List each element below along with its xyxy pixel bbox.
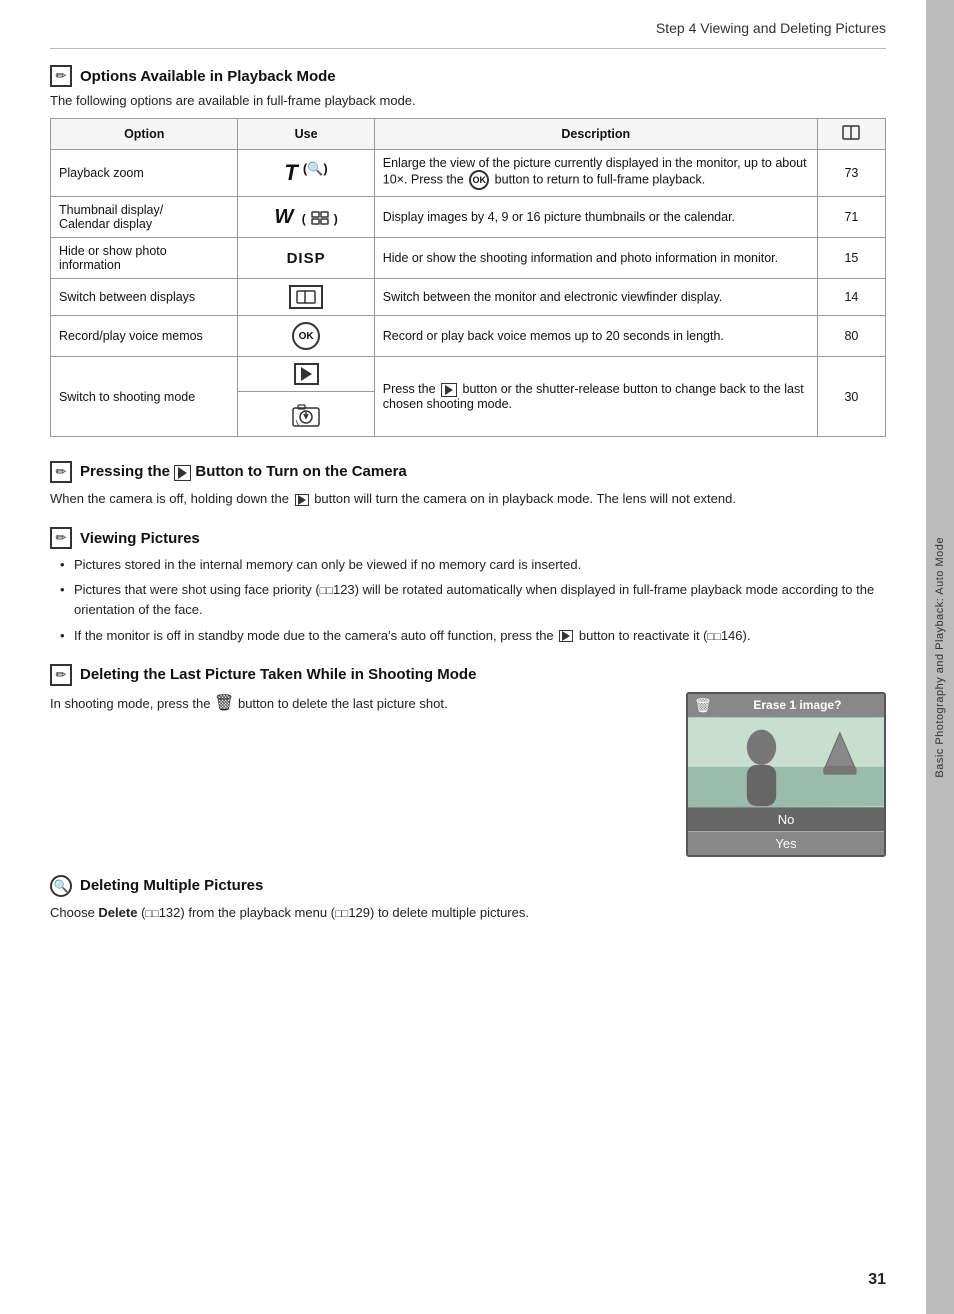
screen-yes-button[interactable]: Yes (688, 831, 884, 855)
section-pressing-heading: Pressing the Button to Turn on the Camer… (80, 463, 407, 480)
section-multiple-body: Choose Delete (□□132) from the playback … (50, 903, 886, 923)
monitor-icon (296, 290, 316, 304)
sidebar: Basic Photography and Playback: Auto Mod… (926, 0, 954, 1314)
th-ref (817, 119, 885, 150)
th-description: Description (374, 119, 817, 150)
section-pressing-title: ✏ Pressing the Button to Turn on the Cam… (50, 461, 886, 483)
play-triangle-icon (301, 367, 312, 381)
ref-thumbnail: 71 (817, 197, 885, 238)
camera-screen: 🗑 Erase 1 image? (686, 692, 886, 857)
section-deleting-title: ✏ Deleting the Last Picture Taken While … (50, 664, 886, 686)
book-icon (842, 125, 860, 140)
table-row: Switch between displays Switch between t… (51, 279, 886, 316)
ref-shootingmode: 30 (817, 357, 885, 437)
ref-voicememo: 80 (817, 316, 885, 357)
table-row: Hide or show photo information DISP Hide… (51, 238, 886, 279)
th-option: Option (51, 119, 238, 150)
section-deleting: ✏ Deleting the Last Picture Taken While … (50, 664, 886, 857)
desc-shootingmode: Press the button or the shutter-release … (374, 357, 817, 437)
page-header: Step 4 Viewing and Deleting Pictures (50, 20, 886, 49)
option-playback-zoom: Playback zoom (51, 150, 238, 197)
search-pencil-icon: 🔍 (50, 875, 72, 897)
play-inline-btn2 (559, 630, 573, 642)
pencil-icon-2: ✏ (50, 461, 72, 483)
option-thumbnail: Thumbnail display/Calendar display (51, 197, 238, 238)
deleting-content: In shooting mode, press the 🗑 button to … (50, 692, 886, 857)
desc-playback-zoom: Enlarge the view of the picture currentl… (374, 150, 817, 197)
use-switchdisplay (238, 279, 374, 316)
use-shootingmode-play (238, 357, 374, 392)
table-row: Playback zoom T (🔍) Enlarge the view of … (51, 150, 886, 197)
option-switchdisplay: Switch between displays (51, 279, 238, 316)
table-row: Switch to shooting mode Press the butto (51, 357, 886, 392)
section-options-title: ✏ Options Available in Playback Mode (50, 65, 886, 87)
use-voicememo: OK (238, 316, 374, 357)
use-hideshow: DISP (238, 238, 374, 279)
ref-switchdisplay: 14 (817, 279, 885, 316)
shutter-icon (290, 398, 322, 430)
bullet-item: Pictures that were shot using face prior… (60, 580, 886, 620)
ref-hideshow: 15 (817, 238, 885, 279)
table-row: Thumbnail display/Calendar display W ( (51, 197, 886, 238)
ok-circle-icon: OK (292, 322, 320, 350)
screen-photo-svg (688, 717, 884, 807)
screen-photo (688, 717, 884, 807)
section-viewing-heading: Viewing Pictures (80, 530, 200, 547)
section-multiple-title: 🔍 Deleting Multiple Pictures (50, 875, 886, 897)
screen-no-button[interactable]: No (688, 807, 884, 831)
header-title: Step 4 Viewing and Deleting Pictures (656, 20, 886, 36)
play-btn-icon (174, 465, 191, 481)
section-viewing: ✏ Viewing Pictures Pictures stored in th… (50, 527, 886, 646)
screen-trash-icon: 🗑 (694, 697, 712, 714)
screen-top-bar: 🗑 Erase 1 image? (688, 694, 884, 717)
deleting-body: In shooting mode, press the 🗑 button to … (50, 692, 666, 717)
pencil-icon-4: ✏ (50, 664, 72, 686)
option-voicememo: Record/play voice memos (51, 316, 238, 357)
desc-switchdisplay: Switch between the monitor and electroni… (374, 279, 817, 316)
section-multiple-heading: Deleting Multiple Pictures (80, 877, 263, 894)
desc-voicememo: Record or play back voice memos up to 20… (374, 316, 817, 357)
page-number: 31 (868, 1271, 886, 1289)
viewing-bullets: Pictures stored in the internal memory c… (50, 555, 886, 646)
main-content: Step 4 Viewing and Deleting Pictures ✏ O… (0, 0, 926, 1314)
use-playback-zoom: T (🔍) (238, 150, 374, 197)
use-shootingmode-shutter (238, 392, 374, 437)
desc-thumbnail: Display images by 4, 9 or 16 picture thu… (374, 197, 817, 238)
play-inline-btn (295, 494, 309, 506)
section-options: ✏ Options Available in Playback Mode The… (50, 65, 886, 437)
options-table: Option Use Description (50, 118, 886, 437)
page: Step 4 Viewing and Deleting Pictures ✏ O… (0, 0, 954, 1314)
th-use: Use (238, 119, 374, 150)
ref-playback-zoom: 73 (817, 150, 885, 197)
use-thumbnail: W ( ) (238, 197, 374, 238)
section-options-heading: Options Available in Playback Mode (80, 68, 336, 85)
pencil-icon: ✏ (50, 65, 72, 87)
section-multiple: 🔍 Deleting Multiple Pictures Choose Dele… (50, 875, 886, 923)
trash-icon: 🗑 (214, 695, 234, 712)
option-shootingmode: Switch to shooting mode (51, 357, 238, 437)
pencil-icon-3: ✏ (50, 527, 72, 549)
ok-inline-icon: OK (469, 170, 489, 190)
desc-hideshow: Hide or show the shooting information an… (374, 238, 817, 279)
play-box-icon (294, 363, 319, 385)
bullet-item: If the monitor is off in standby mode du… (60, 626, 886, 646)
bullet-item: Pictures stored in the internal memory c… (60, 555, 886, 575)
section-pressing-body: When the camera is off, holding down the… (50, 489, 886, 509)
deleting-text: In shooting mode, press the 🗑 button to … (50, 692, 666, 717)
table-row: Record/play voice memos OK Record or pla… (51, 316, 886, 357)
option-hideshow: Hide or show photo information (51, 238, 238, 279)
camera-screen-container: 🗑 Erase 1 image? (686, 692, 886, 857)
sidebar-label: Basic Photography and Playback: Auto Mod… (934, 537, 946, 778)
section-viewing-title: ✏ Viewing Pictures (50, 527, 886, 549)
inline-play-triangle (445, 385, 453, 395)
inline-play-box-icon (441, 383, 457, 397)
section-deleting-heading: Deleting the Last Picture Taken While in… (80, 666, 476, 683)
section-pressing: ✏ Pressing the Button to Turn on the Cam… (50, 461, 886, 509)
screen-erase-text: Erase 1 image? (717, 698, 878, 712)
section-options-subtitle: The following options are available in f… (50, 93, 886, 108)
